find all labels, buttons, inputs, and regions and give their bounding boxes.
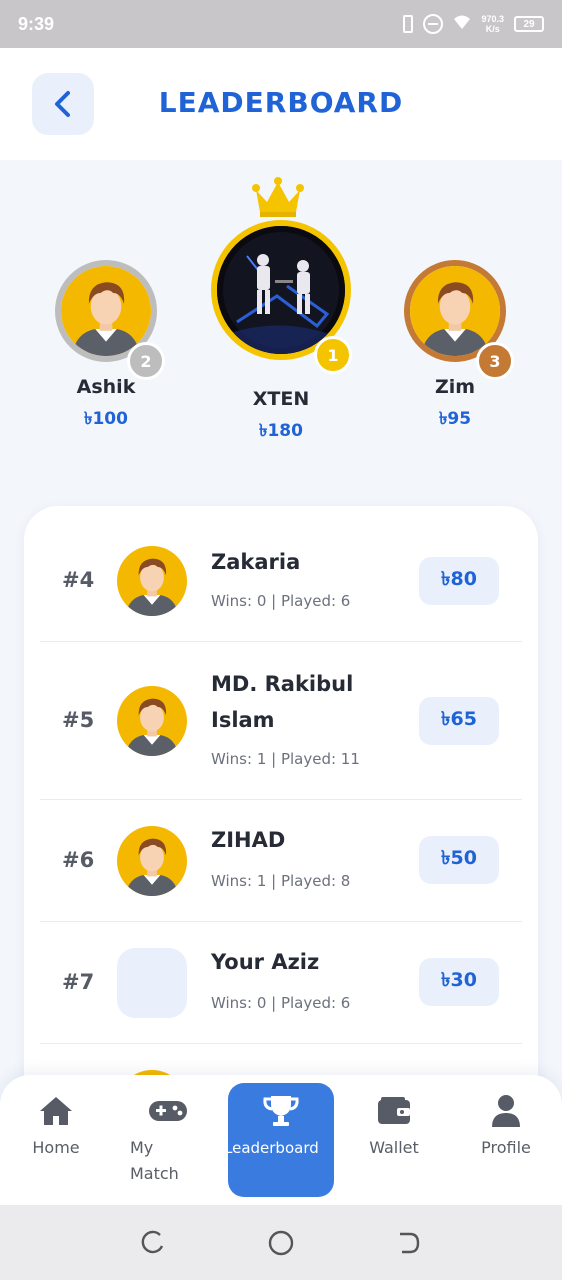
podium-second[interactable]: 2 Ashik ৳100 (55, 260, 165, 434)
network-speed-unit: K/s (485, 24, 500, 34)
row-prize: ৳80 (419, 557, 499, 605)
row-name: Zakaria (211, 550, 301, 574)
nav-wallet[interactable]: Wallet (358, 1093, 430, 1161)
nav-label: Home (32, 1138, 80, 1157)
row-rank: #5 (62, 708, 95, 732)
status-bar: 9:39 970.3 K/s 29 (0, 0, 562, 48)
row-rank: #7 (62, 970, 95, 994)
podium-third[interactable]: 3 Zim ৳95 (404, 260, 514, 434)
row-rank: #6 (62, 848, 95, 872)
podium-name: Ashik (76, 376, 136, 398)
row-prize: ৳65 (419, 697, 499, 745)
avatar (117, 686, 187, 756)
nav-label: My Match (130, 1138, 179, 1183)
row-rank: #4 (62, 568, 95, 592)
nav-profile[interactable]: Profile (468, 1093, 544, 1161)
system-nav-bar (0, 1205, 562, 1280)
status-time: 9:39 (18, 13, 55, 34)
wifi-icon (453, 14, 471, 34)
status-icons: 970.3 K/s 29 (403, 14, 544, 34)
podium-first[interactable]: 1 XTEN ৳180 (211, 220, 352, 446)
back-nav-icon[interactable] (396, 1230, 422, 1256)
row-stats: Wins: 1 | Played: 11 (211, 750, 360, 768)
avatar-placeholder (117, 948, 187, 1018)
row-name: MD. Rakibul Islam (211, 672, 354, 732)
row-stats: Wins: 0 | Played: 6 (211, 592, 351, 610)
network-speed-value: 970.3 (481, 14, 504, 24)
battery-level: 29 (523, 18, 535, 30)
trophy-icon (263, 1096, 299, 1126)
podium-name: Zim (434, 376, 476, 398)
avatar (117, 546, 187, 616)
row-name: ZIHAD (211, 828, 286, 852)
recent-apps-icon[interactable] (140, 1230, 166, 1256)
row-name: Your Aziz (211, 950, 320, 974)
avatar (117, 826, 187, 896)
vibrate-icon (403, 15, 414, 33)
rank-badge: 1 (314, 336, 352, 374)
nav-label: Leaderboard (224, 1139, 319, 1157)
nav-home[interactable]: Home (18, 1093, 94, 1161)
ranking-row[interactable]: #6 ZIHAD Wins: 1 | Played: 8 ৳50 (40, 800, 522, 922)
ranking-list: #4 Zakaria Wins: 0 | Played: 6 ৳80 #5 MD… (24, 506, 538, 1126)
crown-icon (252, 177, 304, 217)
podium: 2 Ashik ৳100 1 XTEN ৳180 3 Zim ৳95 (0, 160, 562, 500)
nav-label: Profile (481, 1138, 531, 1157)
wallet-icon (378, 1097, 410, 1124)
gamepad-icon (149, 1101, 187, 1121)
podium-prize: ৳180 (259, 421, 303, 441)
user-icon (492, 1095, 520, 1127)
rank-badge: 2 (127, 342, 165, 380)
page-title: LEADERBOARD (158, 86, 404, 119)
nav-my-match[interactable]: My Match (126, 1093, 206, 1187)
podium-prize: ৳100 (84, 409, 128, 429)
row-stats: Wins: 1 | Played: 8 (211, 872, 351, 890)
podium-name: XTEN (252, 388, 310, 410)
ranking-row[interactable]: #7 Your Aziz Wins: 0 | Played: 6 ৳30 (40, 922, 522, 1044)
ranking-row[interactable]: #5 MD. Rakibul Islam Wins: 1 | Played: 1… (40, 642, 522, 800)
nav-leaderboard[interactable]: Leaderboard (224, 1083, 334, 1197)
row-prize: ৳50 (419, 836, 499, 884)
podium-prize: ৳95 (438, 409, 472, 429)
ranking-row[interactable]: #4 Zakaria Wins: 0 | Played: 6 ৳80 (40, 506, 522, 642)
home-circle-icon[interactable] (267, 1229, 295, 1257)
rank-badge: 3 (476, 342, 514, 380)
network-speed: 970.3 K/s (481, 14, 504, 34)
battery-icon: 29 (514, 16, 544, 32)
home-icon (40, 1097, 72, 1125)
app-header: LEADERBOARD (0, 48, 562, 160)
do-not-disturb-icon (423, 14, 444, 34)
bottom-nav: Home My Match Leaderboard Wallet Profile (0, 1075, 562, 1205)
row-stats: Wins: 0 | Played: 6 (211, 994, 351, 1012)
nav-label: Wallet (369, 1138, 419, 1157)
row-prize: ৳30 (419, 958, 499, 1006)
